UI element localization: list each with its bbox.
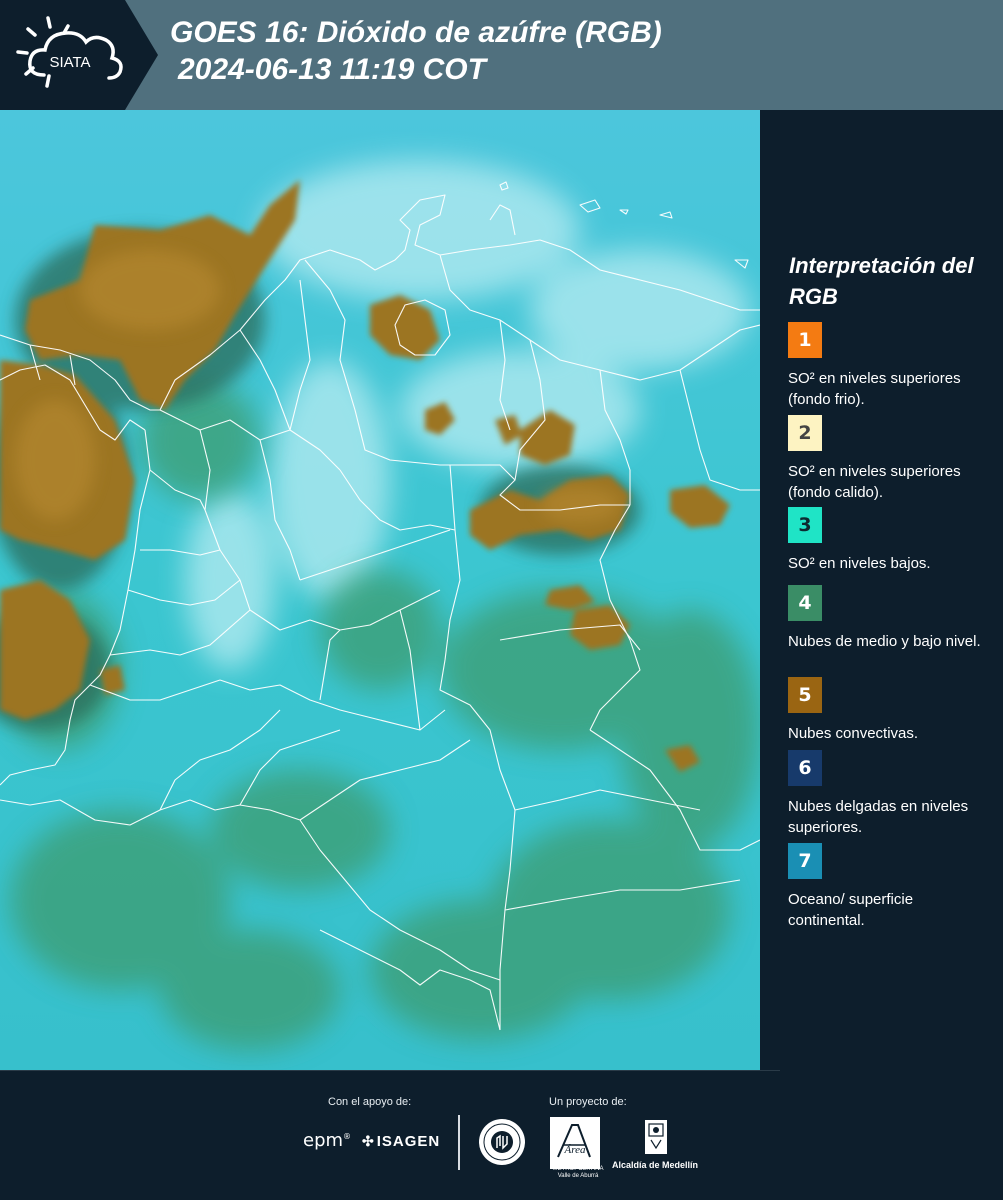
map-title: GOES 16: Dióxido de azúfre (RGB) xyxy=(170,16,662,49)
legend-label-7: Oceano/ superficie continental. xyxy=(788,891,914,929)
project-label: Un proyecto de: xyxy=(549,1096,627,1108)
area-logo-text: Área xyxy=(564,1144,586,1156)
header-bar: SIATA GOES 16: Dióxido de azúfre (RGB) 2… xyxy=(0,0,1003,110)
legend-label-3: SO² en niveles bajos. xyxy=(788,555,931,572)
area-metropolitana-label: METROPOLITANA Valle de Aburrá xyxy=(552,1166,604,1179)
rgb-imagery xyxy=(0,110,760,1070)
isagen-logo: ✣ ISAGEN xyxy=(362,1133,441,1150)
legend-label-1: SO² en niveles superiores (fondo frio). xyxy=(788,370,961,408)
siata-logo-icon: SIATA xyxy=(16,16,123,88)
alcaldia-de-medellin-label: Alcaldía de Medellín xyxy=(612,1160,699,1170)
legend-label-4: Nubes de medio y bajo nivel. xyxy=(788,633,981,650)
legend-item-5: 5 Nubes convectivas. xyxy=(788,677,993,744)
satellite-map xyxy=(0,110,760,1070)
epm-logo: epm® xyxy=(303,1130,352,1151)
legend-swatch-2: 2 xyxy=(788,415,822,451)
footer-divider-line xyxy=(0,1070,780,1071)
legend-item-3: 3 SO² en niveles bajos. xyxy=(788,507,993,574)
legend-item-1: 1 SO² en niveles superiores (fondo frio)… xyxy=(788,322,993,410)
legend-item-2: 2 SO² en niveles superiores (fondo calid… xyxy=(788,415,993,503)
legend-label-2: SO² en niveles superiores (fondo calido)… xyxy=(788,463,961,501)
alcaldia-shield-icon xyxy=(645,1120,667,1154)
support-label: Con el apoyo de: xyxy=(328,1096,412,1108)
legend-item-7: 7 Oceano/ superficie continental. xyxy=(788,843,993,931)
legend-swatch-7: 7 xyxy=(788,843,822,879)
area-metropolitana-logo-icon: Área xyxy=(550,1117,600,1169)
legend-swatch-1: 1 xyxy=(788,322,822,358)
logo-text: SIATA xyxy=(49,54,90,71)
legend-swatch-6: 6 xyxy=(788,750,822,786)
legend-panel: Interpretación del RGB 1 SO² en niveles … xyxy=(760,110,1003,1070)
isagen-mark-icon: ✣ xyxy=(362,1133,375,1149)
legend-swatch-4: 4 xyxy=(788,585,822,621)
legend-label-5: Nubes convectivas. xyxy=(788,725,919,742)
legend-item-6: 6 Nubes delgadas en niveles superiores. xyxy=(788,750,993,838)
legend-title: Interpretación del RGB xyxy=(789,253,974,309)
map-timestamp: 2024-06-13 11:19 COT xyxy=(178,53,486,86)
footer: Con el apoyo de: Un proyecto de: epm® ✣ I… xyxy=(0,1070,1003,1200)
footer-separator xyxy=(458,1115,460,1170)
medellin-university-seal-icon xyxy=(479,1119,525,1165)
legend-item-4: 4 Nubes de medio y bajo nivel. xyxy=(788,585,993,652)
legend-swatch-3: 3 xyxy=(788,507,822,543)
legend-swatch-5: 5 xyxy=(788,677,822,713)
legend-label-6: Nubes delgadas en niveles superiores. xyxy=(788,798,969,836)
